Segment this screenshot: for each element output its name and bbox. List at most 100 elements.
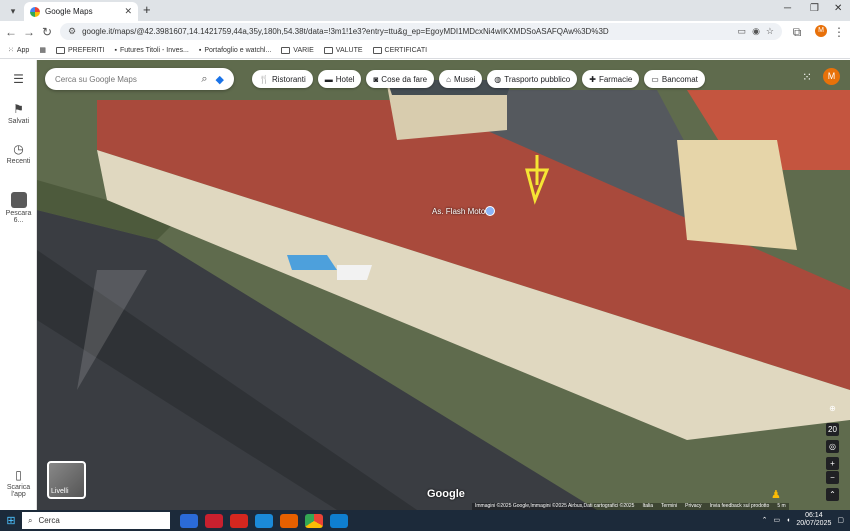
bookmark-app[interactable]: ⁙ App [8, 46, 29, 55]
app-blue-icon[interactable] [255, 513, 273, 528]
site-info-icon[interactable]: ⚙ [68, 26, 76, 37]
back-icon[interactable]: ← [4, 25, 18, 39]
firefox-icon[interactable] [280, 513, 298, 528]
acrobat-icon[interactable] [230, 513, 248, 528]
bookmark-varie[interactable]: VARIE [281, 46, 314, 54]
grid-icon: ▦ [39, 47, 46, 54]
feedback-link[interactable]: Invia feedback sul prodotto [710, 503, 770, 510]
eye-off-icon[interactable]: ◉ [752, 26, 760, 37]
history-icon: ◷ [13, 142, 24, 156]
bookmark-preferiti[interactable]: PREFERITI [55, 46, 105, 54]
place-pin-icon[interactable] [485, 206, 495, 216]
phone-icon: ▯ [15, 468, 22, 482]
chip-cose-da-fare[interactable]: ◙ Cose da fare [366, 70, 435, 88]
chrome-icon[interactable] [305, 513, 323, 528]
task-view-icon[interactable] [180, 513, 198, 528]
sidebar-item-recenti[interactable]: ◷ Recenti [0, 142, 37, 165]
windows-start-icon[interactable]: ⊞ [0, 514, 22, 527]
transit-icon: ◍ [494, 74, 502, 84]
map-canvas[interactable] [37, 60, 850, 510]
place-label[interactable]: As. Flash Motor [432, 207, 488, 216]
extensions-icon[interactable]: ⧉ [790, 25, 804, 40]
menu-kebab-icon[interactable]: ⋮ [832, 25, 846, 39]
museum-icon: ⌂ [446, 74, 451, 84]
folder-icon [323, 46, 333, 54]
taskbar-search-label: Cerca [38, 516, 60, 525]
cast-icon[interactable]: ▭ [738, 26, 747, 37]
network-icon[interactable]: ▭ [773, 516, 780, 524]
site-icon: ▪ [198, 46, 202, 54]
restore-icon[interactable]: ❐ [810, 3, 819, 14]
tab-google-maps[interactable]: Google Maps ✕ [24, 2, 138, 21]
app-red-icon[interactable] [205, 513, 223, 528]
sidebar-item-download-app[interactable]: ▯ Scarica l'app [0, 468, 37, 498]
tab-title: Google Maps [45, 7, 93, 16]
search-icon: ⌕ [28, 515, 33, 525]
region-link[interactable]: Italia [642, 503, 653, 510]
clock-time: 06:14 [805, 512, 823, 519]
apps-grid-icon: ⁙ [8, 47, 14, 54]
account-avatar[interactable]: M [823, 68, 840, 85]
sidebar-item-salvati[interactable]: ⚑ Salvati [0, 102, 37, 125]
tab-search-icon[interactable]: ▾ [6, 4, 20, 18]
forward-icon[interactable]: → [22, 25, 36, 39]
taskbar-search[interactable]: ⌕ Cerca [22, 512, 170, 529]
place-thumbnail-icon [10, 192, 27, 208]
edge-icon[interactable] [330, 513, 348, 528]
folder-icon [372, 46, 382, 54]
bookmark-icon: ⚑ [13, 102, 24, 116]
reload-icon[interactable]: ↻ [40, 25, 54, 39]
bookmark-grid[interactable]: ▦ [39, 46, 46, 54]
tilt-level[interactable]: 20 [826, 423, 839, 436]
folder-icon [55, 46, 65, 54]
clock[interactable]: 06:14 20/07/2025 [796, 512, 831, 528]
chip-musei[interactable]: ⌂ Musei [439, 70, 483, 88]
bookmark-certificati[interactable]: CERTIFICATI [372, 46, 427, 54]
clock-date: 20/07/2025 [796, 520, 832, 527]
google-logo: Google [427, 488, 465, 500]
tray-chevron-icon[interactable]: ⌃ [762, 516, 768, 524]
privacy-link[interactable]: Privacy [685, 503, 701, 510]
expand-icon[interactable]: ⌃ [826, 488, 839, 501]
bookmark-star-icon[interactable]: ☆ [766, 26, 774, 37]
bookmark-valute[interactable]: VALUTE [323, 46, 363, 54]
category-chips: 🍴 Ristoranti ▬ Hotel ◙ Cose da fare ⌂ Musei … [252, 70, 705, 88]
volume-icon[interactable]: ◖ [786, 517, 790, 524]
chip-farmacie[interactable]: ✚ Farmacie [582, 70, 640, 88]
search-icon[interactable]: ⌕ [201, 73, 207, 86]
menu-button[interactable]: ☰ [0, 72, 37, 88]
chip-trasporto-pubblico[interactable]: ◍ Trasporto pubblico [487, 70, 578, 88]
scale-label: 5 m [777, 503, 786, 509]
maps-favicon-icon [30, 6, 40, 17]
address-bar[interactable]: ⚙ google.it/maps/@42.3981607,14.1421759,… [60, 23, 782, 40]
search-input[interactable] [55, 74, 194, 84]
close-window-icon[interactable]: ✕ [834, 3, 842, 14]
google-apps-icon[interactable]: ⁙ [802, 70, 812, 84]
maps-search-box: ⌕ ◆ [45, 68, 234, 90]
new-tab-icon[interactable]: + [143, 2, 151, 17]
notifications-icon[interactable]: ▢ [837, 516, 844, 524]
chip-hotel[interactable]: ▬ Hotel [317, 70, 362, 88]
directions-icon[interactable]: ◆ [216, 73, 224, 86]
minimize-icon[interactable]: ─ [784, 3, 791, 14]
system-tray: ⌃ ▭ ◖ 06:14 20/07/2025 ▢ [762, 512, 844, 528]
zoom-out-button[interactable]: − [826, 471, 839, 484]
terms-link[interactable]: Termini [661, 503, 677, 510]
chip-ristoranti[interactable]: 🍴 Ristoranti [252, 70, 313, 88]
tab-close-icon[interactable]: ✕ [124, 6, 132, 17]
satellite-imagery [37, 60, 850, 510]
chip-bancomat[interactable]: ▭ Bancomat [644, 70, 705, 88]
zoom-in-button[interactable]: + [826, 457, 839, 470]
attribution-bar: Immagini ©2025 Google,Immagini ©2025 Air… [472, 503, 789, 510]
layers-button[interactable]: Livelli [47, 461, 86, 499]
compass-icon[interactable]: ⊕ [826, 402, 839, 415]
bookmark-futures[interactable]: ▪ Futures Titoli - Inves... [115, 47, 189, 54]
profile-avatar[interactable]: M [815, 25, 827, 37]
windows-taskbar: ⊞ ⌕ Cerca ⌃ ▭ ◖ 06:14 20/07/2025 ▢ [0, 510, 850, 531]
fork-knife-icon: 🍴 [259, 74, 269, 84]
pegman-icon[interactable]: ♟ [771, 488, 781, 501]
bookmark-portafoglio[interactable]: ▪ Portafoglio e watchl... [199, 47, 271, 54]
sidebar-item-pescara[interactable]: Pescara 6... [0, 192, 37, 224]
maps-sidebar: ☰ ⚑ Salvati ◷ Recenti Pescara 6... ▯ Scaric… [0, 60, 37, 510]
my-location-icon[interactable]: ◎ [826, 440, 839, 453]
